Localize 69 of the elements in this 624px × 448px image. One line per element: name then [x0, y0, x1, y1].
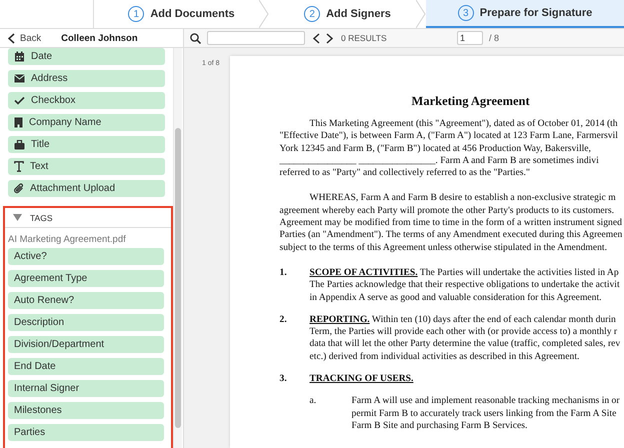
section-heading: SCOPE OF ACTIVITIES. [310, 266, 418, 278]
scrollbar[interactable] [173, 48, 182, 448]
document-text-line: Farm A will use and implement reasonable tracking mechanisms in or [352, 395, 620, 408]
field-item[interactable]: Company Name [8, 114, 165, 131]
page-number-field[interactable]: 1 [457, 31, 483, 45]
document-text-line: referred to as "Party" and collectively referred to as the "Parties." [280, 167, 531, 180]
tags-header[interactable]: TAGS [5, 208, 171, 228]
field-item[interactable]: Attachment Upload [8, 180, 165, 197]
document-text-line: WHEREAS, Farm A and Farm B desire to establish a non-exclusive strategic m [308, 192, 617, 205]
wizard-step[interactable]: 2 Add Signers [269, 0, 426, 28]
field-item[interactable]: Title [8, 136, 165, 153]
tag-item[interactable]: Description [8, 314, 164, 331]
search-field[interactable] [207, 31, 305, 45]
tag-item[interactable]: Active? [8, 248, 164, 265]
field-item[interactable]: Date [8, 48, 165, 65]
section-heading: TRACKING OF USERS. [310, 373, 414, 384]
document-text-line: subject to the terms of this Agreement unless otherwise stipulated in the Amendment. [280, 242, 608, 254]
item-letter: a. [310, 395, 318, 408]
chevron-left-icon [8, 32, 15, 44]
calendar-icon [14, 51, 25, 62]
results-count: 0 RESULTS [341, 33, 388, 43]
field-item[interactable]: Text [8, 158, 165, 175]
building-icon [14, 117, 23, 128]
wizard-step[interactable]: 3 Prepare for Signature [426, 0, 624, 28]
briefcase-icon [14, 140, 25, 150]
document-text-line: This Marketing Agreement (this "Agreement"), dated as of October 01, 2014 (th [308, 118, 619, 130]
document-text-line: etc.) derived from individual activities as described in this Agreement. [310, 350, 580, 364]
paperclip-icon [14, 183, 24, 194]
field-item[interactable]: Checkbox [8, 92, 165, 109]
section-number: 1. [280, 266, 288, 280]
tag-item[interactable]: Agreement Type [8, 270, 164, 287]
document-filename: AI Marketing Agreement.pdf [7, 233, 127, 247]
tag-item[interactable]: End Date [8, 358, 164, 375]
text-icon [14, 161, 24, 172]
document-text-line: "Effective Date"), is between Farm A, ("Farm A") located at 123 Farm Lane, Farmersvil [280, 130, 619, 143]
section-number: 2. [280, 314, 288, 327]
document-text-line: Term, the Parties will provide each other with (or provide access to) a monthly r [310, 326, 618, 338]
envelope-icon [14, 74, 25, 83]
section-number: 3. [280, 373, 288, 386]
document-text-line: Parties (an "Amendment"). The terms of any Amendment executed during this Agreemen [280, 229, 624, 242]
next-icon[interactable] [326, 32, 333, 44]
document-title: Marketing Agreement [412, 94, 530, 109]
document-text-line: ________________ ________________. Farm A and Farm B are sometimes indivi [280, 154, 600, 168]
tag-item[interactable]: Milestones [8, 402, 164, 419]
document-text-line: data that will let the other Party determine the value (traffic, completed sales, rev [310, 338, 620, 351]
document-text-line: York 12345 and Farm B, ("Farm B") located at 456 Production Way, Bakersville, [280, 142, 592, 155]
document-text-line: Within ten (10) days after the end of each calendar month durin [372, 314, 616, 325]
document-text-line: The Parties will undertake the activities listed in Ap [420, 266, 619, 278]
section-heading: REPORTING. [310, 314, 370, 325]
checkmark-icon [14, 96, 25, 105]
document-text-line: The Parties acknowledge that their respective obligations to undertake the activit [310, 279, 620, 292]
collapse-triangle-icon [13, 214, 22, 221]
signer-name: Colleen Johnson [61, 32, 138, 44]
tag-item[interactable]: Auto Renew? [8, 292, 164, 309]
previous-icon[interactable] [313, 32, 320, 44]
document-text-line: Agreement may be modified from time to time in the form of a written instrument signed [280, 217, 623, 230]
scrollbar-thumb[interactable] [175, 128, 181, 428]
document-text-line: in Appendix A serve as good and valuable consideration for this Agreement. [310, 292, 603, 304]
tag-item[interactable]: Internal Signer [8, 380, 164, 397]
tag-item[interactable]: Parties [8, 424, 164, 441]
page-total: / 8 [489, 33, 500, 43]
field-item[interactable]: Address [8, 70, 165, 87]
search-icon [190, 32, 201, 44]
document-text-line: permit Farm B to accurately track users linking from the Farm A Site [352, 408, 618, 420]
back-button[interactable]: Back [8, 32, 42, 44]
tag-item[interactable]: Division/Department [8, 336, 164, 353]
wizard-step[interactable]: 1 Add Documents [94, 0, 269, 28]
document-text-line: Farm B Site and purchasing Farm B Services. [352, 420, 528, 432]
document-text-line: agreement whereby each Party will promote the other Party's products to its customers. [280, 204, 616, 218]
